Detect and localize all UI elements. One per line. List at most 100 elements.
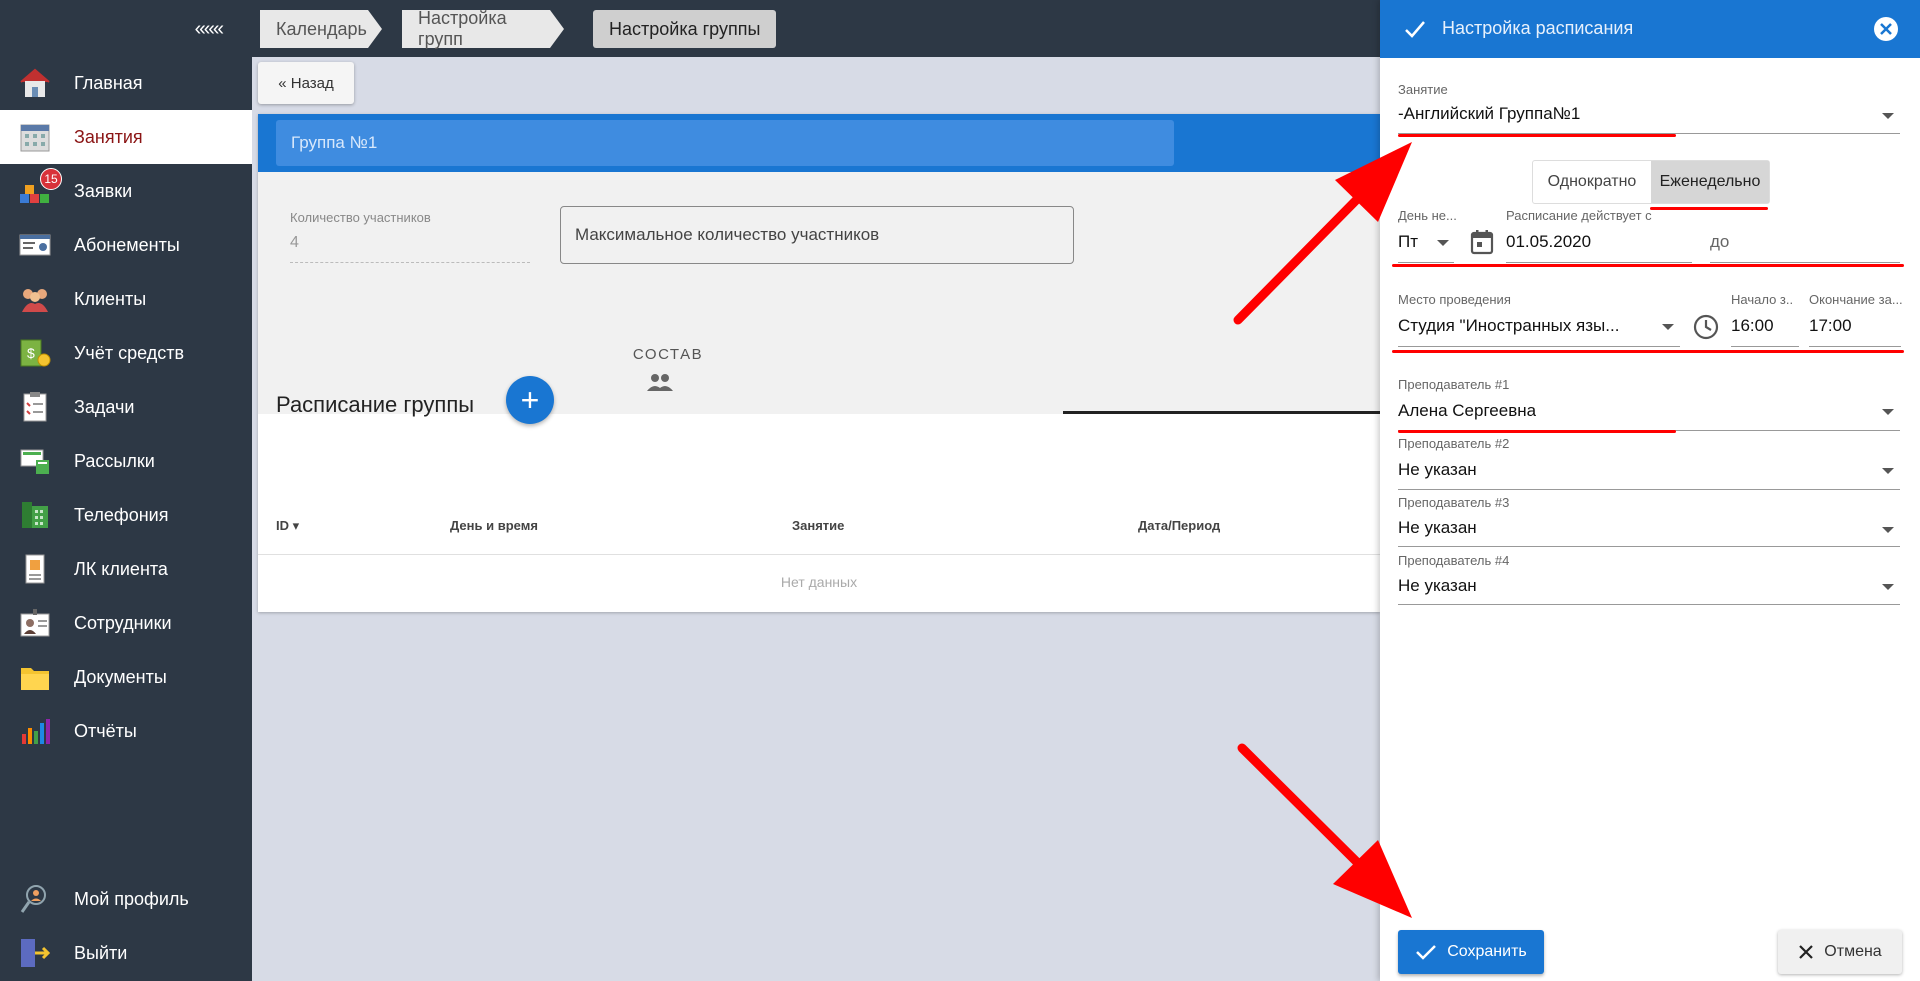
chevron-down-icon[interactable]: [1437, 240, 1449, 246]
calendar-icon[interactable]: [1469, 228, 1495, 256]
start-time-input[interactable]: 16:00: [1731, 316, 1774, 336]
collapse-sidebar-button[interactable]: «««: [195, 18, 224, 41]
chevron-down-icon[interactable]: [1882, 527, 1894, 533]
sidebar-item-home[interactable]: Главная: [0, 56, 252, 110]
sidebar: ««« Главная Занятия 15 Заявки Абонементы…: [0, 0, 252, 981]
annotation-underline: [1398, 134, 1676, 137]
sidebar-item-documents[interactable]: Документы: [0, 650, 252, 704]
valid-from-input[interactable]: 01.05.2020: [1506, 232, 1591, 252]
sidebar-item-profile[interactable]: Мой профиль: [0, 872, 252, 926]
teacher-1-select[interactable]: Алена Сергеевна: [1398, 401, 1536, 421]
phone-icon: [22, 502, 48, 528]
back-button[interactable]: « Назад: [258, 62, 354, 104]
field-underline: [1398, 262, 1454, 263]
annotation-underline: [1392, 350, 1904, 353]
sidebar-item-staff[interactable]: Сотрудники: [0, 596, 252, 650]
participants-count-label: Количество участников: [290, 210, 431, 225]
sidebar-item-requests[interactable]: 15 Заявки: [0, 164, 252, 218]
end-time-input[interactable]: 17:00: [1809, 316, 1852, 336]
close-icon: [1799, 945, 1814, 959]
breadcrumb-separator: [368, 10, 382, 48]
subscription-card-icon: [19, 234, 51, 256]
mode-weekly-button[interactable]: Еженедельно: [1651, 161, 1769, 203]
column-header-day-time[interactable]: День и время: [450, 518, 538, 533]
clock-icon[interactable]: [1692, 313, 1720, 341]
sidebar-item-label: Телефония: [74, 504, 169, 525]
field-underline: [1710, 262, 1900, 263]
max-participants-input[interactable]: Максимальное количество участников: [560, 206, 1074, 264]
participants-count-value: 4: [290, 234, 530, 263]
schedule-title: Расписание группы: [276, 392, 475, 417]
sidebar-item-label: Отчёты: [74, 720, 137, 741]
breadcrumb: Календарь Настройка групп Настройка груп…: [252, 0, 1380, 57]
teacher-2-select[interactable]: Не указан: [1398, 460, 1477, 480]
teacher-4-select[interactable]: Не указан: [1398, 576, 1477, 596]
breadcrumb-item-groups-settings[interactable]: Настройка групп: [402, 8, 550, 49]
teacher-3-select[interactable]: Не указан: [1398, 518, 1477, 538]
column-header-id[interactable]: ID ▾: [276, 518, 299, 534]
teacher-3-label: Преподаватель #3: [1398, 495, 1510, 510]
group-info-section: Количество участников 4 Максимальное кол…: [258, 172, 1380, 414]
table-divider: [258, 554, 1380, 555]
chevron-down-icon[interactable]: [1662, 324, 1674, 330]
weekday-select[interactable]: Пт: [1398, 232, 1418, 252]
close-icon[interactable]: [1874, 17, 1898, 41]
chevron-down-icon[interactable]: [1882, 409, 1894, 415]
sidebar-item-clients[interactable]: Клиенты: [0, 272, 252, 326]
logout-icon: [21, 939, 51, 967]
sidebar-item-mailings[interactable]: Рассылки: [0, 434, 252, 488]
svg-text:$: $: [27, 345, 35, 361]
column-header-label: ID: [276, 518, 289, 533]
group-header: Группа №1: [258, 114, 1380, 172]
chevron-down-icon[interactable]: [1882, 113, 1894, 119]
tab-members[interactable]: СОСТАВ: [598, 346, 738, 363]
sidebar-item-tasks[interactable]: Задачи: [0, 380, 252, 434]
sidebar-item-label: Учёт средств: [74, 342, 185, 363]
group-name-field[interactable]: Группа №1: [276, 120, 1174, 166]
clients-icon: [22, 289, 48, 312]
field-underline: [1398, 346, 1680, 347]
sidebar-item-label: Заявки: [74, 180, 133, 201]
annotation-underline: [1650, 207, 1768, 210]
schedule-settings-panel: Настройка расписания Занятие -Английский…: [1380, 0, 1920, 981]
sidebar-item-subscriptions[interactable]: Абонементы: [0, 218, 252, 272]
teacher-4-label: Преподаватель #4: [1398, 553, 1510, 568]
profile-icon: [20, 885, 46, 913]
sidebar-item-label: Задачи: [74, 396, 135, 417]
mode-once-button[interactable]: Однократно: [1533, 161, 1651, 203]
people-icon: [647, 374, 673, 391]
sidebar-item-client-account[interactable]: ЛК клиента: [0, 542, 252, 596]
chevron-down-icon[interactable]: [1882, 584, 1894, 590]
sidebar-item-label: Выйти: [74, 942, 128, 963]
field-underline: [1809, 346, 1901, 347]
check-icon: [1416, 945, 1437, 960]
money-icon: $: [20, 339, 51, 367]
column-header-date-period[interactable]: Дата/Период: [1138, 518, 1220, 533]
sidebar-item-finance[interactable]: $ Учёт средств: [0, 326, 252, 380]
annotation-underline: [1398, 430, 1676, 433]
teacher-1-label: Преподаватель #1: [1398, 377, 1510, 392]
valid-from-label: Расписание действует с: [1506, 208, 1652, 223]
panel-title: Настройка расписания: [1442, 18, 1634, 38]
chevron-down-icon[interactable]: [1882, 468, 1894, 474]
sidebar-item-logout[interactable]: Выйти: [0, 926, 252, 980]
place-select[interactable]: Студия "Иностранных язы...: [1398, 316, 1626, 336]
sidebar-item-label: Мой профиль: [74, 888, 189, 909]
field-underline: [1506, 262, 1692, 263]
cancel-button[interactable]: Отмена: [1778, 930, 1902, 974]
valid-to-input[interactable]: до: [1710, 232, 1729, 252]
weekday-label: День не...: [1398, 208, 1457, 223]
lesson-select[interactable]: -Английский Группа№1: [1398, 104, 1868, 124]
column-header-lesson[interactable]: Занятие: [792, 518, 844, 533]
documents-icon: [21, 668, 49, 690]
sidebar-item-reports[interactable]: Отчёты: [0, 704, 252, 758]
add-schedule-button[interactable]: +: [506, 376, 554, 424]
breadcrumb-item-current: Настройка группы: [593, 10, 777, 48]
sidebar-item-lessons[interactable]: Занятия: [0, 110, 252, 164]
save-button[interactable]: Сохранить: [1398, 930, 1544, 974]
tab-active-indicator: [1063, 411, 1380, 414]
sidebar-item-telephony[interactable]: Телефония: [0, 488, 252, 542]
lesson-label: Занятие: [1398, 82, 1448, 97]
breadcrumb-item-calendar[interactable]: Календарь: [260, 10, 368, 48]
sidebar-nav: Главная Занятия 15 Заявки Абонементы Кли…: [0, 56, 252, 758]
